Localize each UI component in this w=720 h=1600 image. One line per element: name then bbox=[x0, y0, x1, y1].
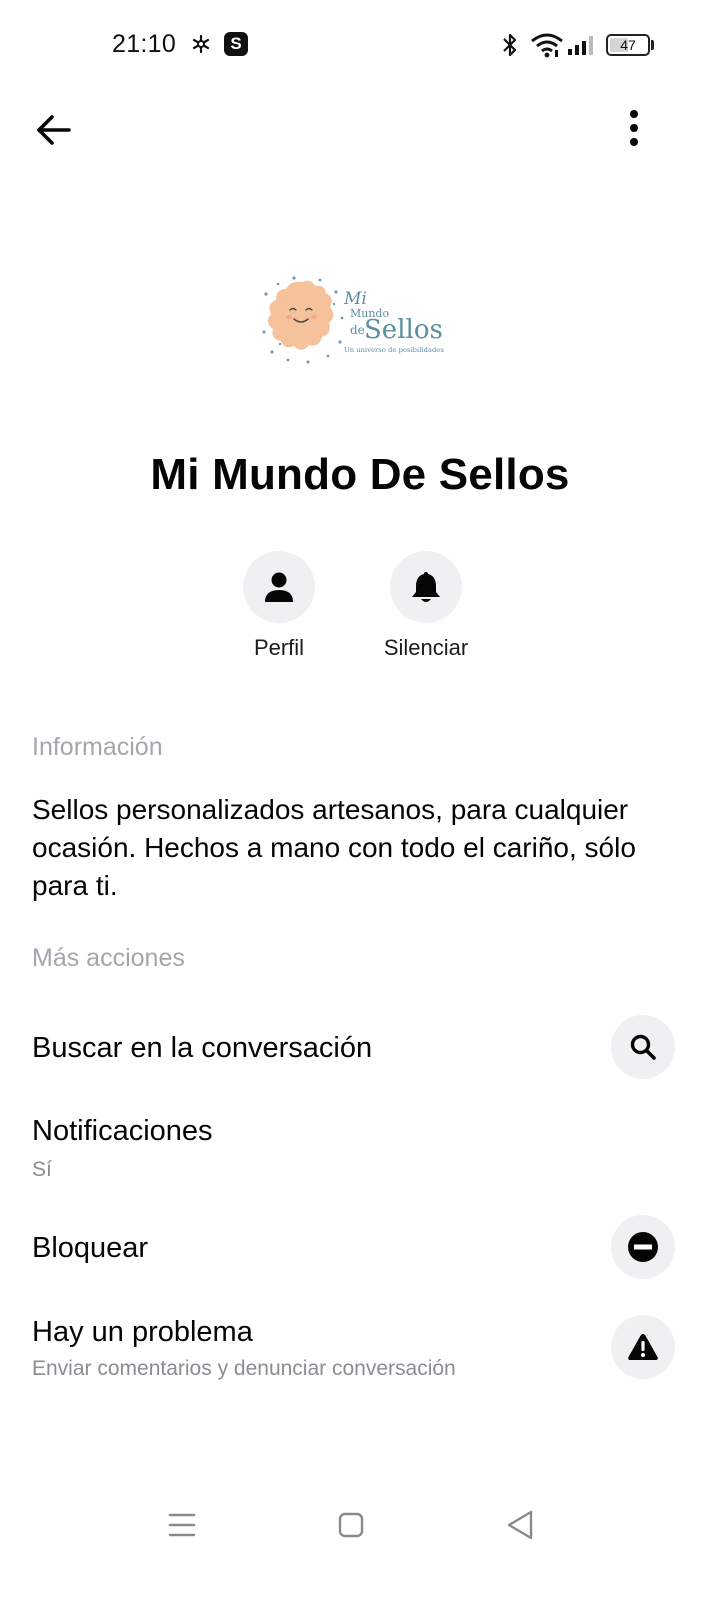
report-problem-subtitle: Enviar comentarios y denunciar conversac… bbox=[32, 1357, 456, 1380]
signal-icon bbox=[568, 36, 593, 55]
report-problem-row[interactable]: Hay un problema Enviar comentarios y den… bbox=[0, 1305, 720, 1395]
battery-icon: 47 bbox=[606, 34, 650, 56]
app-badge-icon: S bbox=[224, 32, 248, 56]
warning-icon bbox=[628, 1334, 658, 1360]
battery-cap bbox=[651, 40, 654, 50]
page-logo: Mi Mundo de Sellos Un universo de posibi… bbox=[258, 272, 458, 368]
profile-label: Perfil bbox=[253, 635, 305, 660]
logo-line3-small: de bbox=[350, 323, 365, 337]
logo-line3: Sellos bbox=[364, 315, 443, 345]
more-actions-header: Más acciones bbox=[32, 944, 185, 972]
arrow-left-icon bbox=[37, 115, 71, 145]
search-conversation-row[interactable]: Buscar en la conversación bbox=[0, 1005, 720, 1089]
notifications-label: Notificaciones bbox=[32, 1115, 213, 1147]
mute-button-circle[interactable] bbox=[390, 551, 462, 623]
profile-button-circle[interactable] bbox=[243, 551, 315, 623]
sun-shape bbox=[267, 280, 334, 350]
info-description: Sellos personalizados artesanos, para cu… bbox=[32, 794, 636, 901]
home-square-icon[interactable] bbox=[336, 1510, 366, 1540]
block-label: Bloquear bbox=[32, 1232, 149, 1264]
notifications-status: Sí bbox=[32, 1158, 52, 1181]
back-triangle-icon[interactable] bbox=[504, 1508, 536, 1542]
more-vertical-icon bbox=[630, 110, 638, 146]
search-icon bbox=[630, 1034, 656, 1060]
page-title: Mi Mundo De Sellos bbox=[150, 450, 570, 499]
search-conversation-label: Buscar en la conversación bbox=[32, 1032, 373, 1064]
more-options-button[interactable] bbox=[604, 98, 664, 158]
search-button[interactable] bbox=[611, 1015, 675, 1079]
menu-icon[interactable] bbox=[166, 1510, 198, 1540]
logo-line1: Mi bbox=[343, 289, 367, 309]
status-time: 21:10 bbox=[112, 30, 177, 58]
person-icon bbox=[265, 572, 293, 602]
profile-button[interactable]: Perfil bbox=[204, 551, 354, 661]
battery-level: 47 bbox=[620, 37, 636, 53]
logo-tagline: Un universo de posibilidades bbox=[344, 346, 444, 354]
bell-icon bbox=[412, 572, 440, 602]
bluetooth-icon bbox=[503, 33, 517, 57]
report-problem-label: Hay un problema bbox=[32, 1316, 253, 1348]
block-icon bbox=[628, 1232, 658, 1262]
report-problem-button[interactable] bbox=[611, 1315, 675, 1379]
notifications-row[interactable]: Notificaciones Sí bbox=[0, 1105, 720, 1195]
info-section-header: Información bbox=[32, 733, 163, 761]
back-button[interactable] bbox=[24, 100, 84, 160]
asterisk-icon bbox=[192, 34, 210, 54]
block-button[interactable] bbox=[611, 1215, 675, 1279]
block-row[interactable]: Bloquear bbox=[0, 1205, 720, 1289]
wifi-icon bbox=[531, 33, 563, 58]
mute-button[interactable]: Silenciar bbox=[351, 551, 501, 661]
mute-label: Silenciar bbox=[383, 635, 469, 660]
